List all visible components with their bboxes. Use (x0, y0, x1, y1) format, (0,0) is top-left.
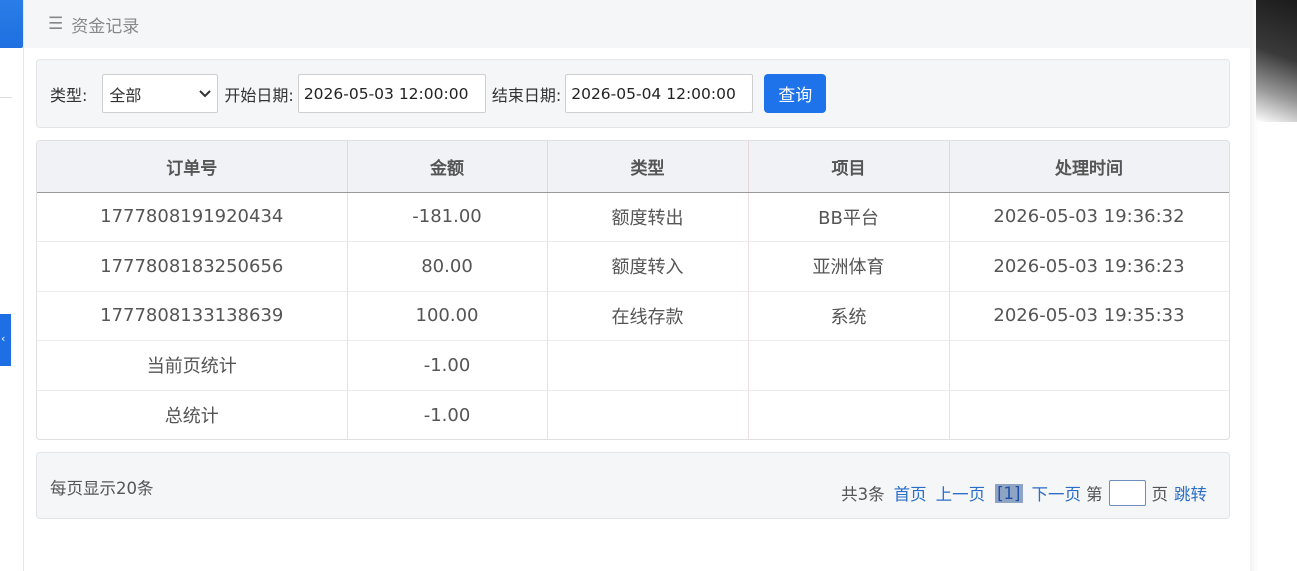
next-page-link[interactable]: 下一页 (1032, 481, 1082, 505)
table-header-row: 订单号 金额 类型 项目 处理时间 (37, 141, 1229, 193)
column-header-time: 处理时间 (949, 141, 1229, 193)
cell-item: BB平台 (748, 192, 950, 242)
query-button[interactable]: 查询 (764, 74, 827, 113)
grand-total-label: 总统计 (37, 390, 348, 439)
start-date-label: 开始日期: (224, 85, 294, 105)
column-header-item: 项目 (748, 141, 950, 193)
cell-amount: 100.00 (347, 291, 548, 341)
table-row: 1777808183250656 80.00 额度转入 亚洲体育 2026-05… (37, 241, 1229, 292)
column-header-type: 类型 (547, 141, 749, 193)
cell-type: 额度转入 (547, 241, 749, 292)
cell-type: 在线存款 (547, 291, 749, 341)
cell-item: 亚洲体育 (748, 241, 950, 292)
type-select-value: 全部 (109, 85, 142, 105)
page-total-amount: -1.00 (347, 340, 548, 391)
total-count: 共3条 (841, 485, 885, 504)
cell-order-no: 1777808183250656 (37, 241, 348, 292)
background-image-edge (1256, 0, 1297, 122)
start-date-input[interactable]: 2026-05-03 12:00:00 (297, 74, 486, 113)
type-label: 类型: (50, 85, 88, 105)
chevron-down-icon (199, 87, 212, 101)
filter-bar: 类型: 全部 开始日期: 2026-05-03 12:00:00 结束日期: 2… (36, 59, 1230, 128)
pagination-nav: 共3条 首页 上一页 [1] 下一页 第 页 跳转 (832, 480, 1207, 506)
empty-cell (547, 340, 749, 391)
page-header: ☰ 资金记录 (24, 0, 1250, 48)
jump-link[interactable]: 跳转 (1174, 481, 1207, 505)
cell-amount: -181.00 (347, 192, 548, 242)
page-prefix: 第 (1086, 485, 1103, 504)
end-date-label: 结束日期: (491, 85, 562, 105)
grand-total-amount: -1.00 (347, 390, 548, 439)
cell-item: 系统 (748, 291, 950, 341)
cell-time: 2026-05-03 19:35:33 (949, 291, 1229, 341)
pagination-bar: 每页显示20条 共3条 首页 上一页 [1] 下一页 第 页 跳转 (36, 452, 1230, 519)
page-total-row: 当前页统计 -1.00 (37, 340, 1229, 391)
parent-logo-edge (0, 0, 23, 48)
current-page[interactable]: [1] (995, 483, 1023, 503)
empty-cell (547, 390, 749, 439)
table-row: 1777808133138639 100.00 在线存款 系统 2026-05-… (37, 291, 1229, 341)
prev-page-link[interactable]: 上一页 (936, 481, 986, 505)
column-header-amount: 金额 (347, 141, 548, 193)
sidebar-collapse-tab[interactable]: ‹ (0, 314, 11, 366)
page-title: 资金记录 (71, 16, 140, 37)
cell-time: 2026-05-03 19:36:23 (949, 241, 1229, 292)
end-date-input[interactable]: 2026-05-04 12:00:00 (565, 74, 754, 113)
cell-time: 2026-05-03 19:36:32 (949, 192, 1229, 242)
divider (0, 97, 12, 98)
cell-amount: 80.00 (347, 241, 548, 292)
per-page-text: 每页显示20条 (50, 479, 154, 498)
empty-cell (748, 390, 950, 439)
cell-order-no: 1777808191920434 (37, 192, 348, 242)
grand-total-row: 总统计 -1.00 (37, 390, 1229, 439)
records-table: 订单号 金额 类型 项目 处理时间 1777808191920434 -181.… (36, 140, 1230, 440)
menu-icon: ☰ (48, 14, 64, 34)
chevron-left-icon: ‹ (1, 332, 6, 345)
page-total-label: 当前页统计 (37, 340, 348, 391)
page-suffix: 页 (1151, 485, 1169, 504)
empty-cell (748, 340, 950, 391)
type-select[interactable]: 全部 (102, 74, 219, 113)
first-page-link[interactable]: 首页 (894, 481, 927, 505)
empty-cell (949, 390, 1229, 439)
cell-type: 额度转出 (547, 192, 749, 242)
parent-sidebar-edge: ‹ (0, 0, 24, 571)
table-row: 1777808191920434 -181.00 额度转出 BB平台 2026-… (37, 192, 1229, 242)
cell-order-no: 1777808133138639 (37, 291, 348, 341)
column-header-order-no: 订单号 (37, 141, 348, 193)
main-frame: ☰ 资金记录 类型: 全部 开始日期: 2026-05-03 12:00:00 … (24, 0, 1250, 571)
right-edge-decoration (1250, 0, 1297, 571)
page-number-input[interactable] (1108, 480, 1146, 506)
empty-cell (949, 340, 1229, 391)
